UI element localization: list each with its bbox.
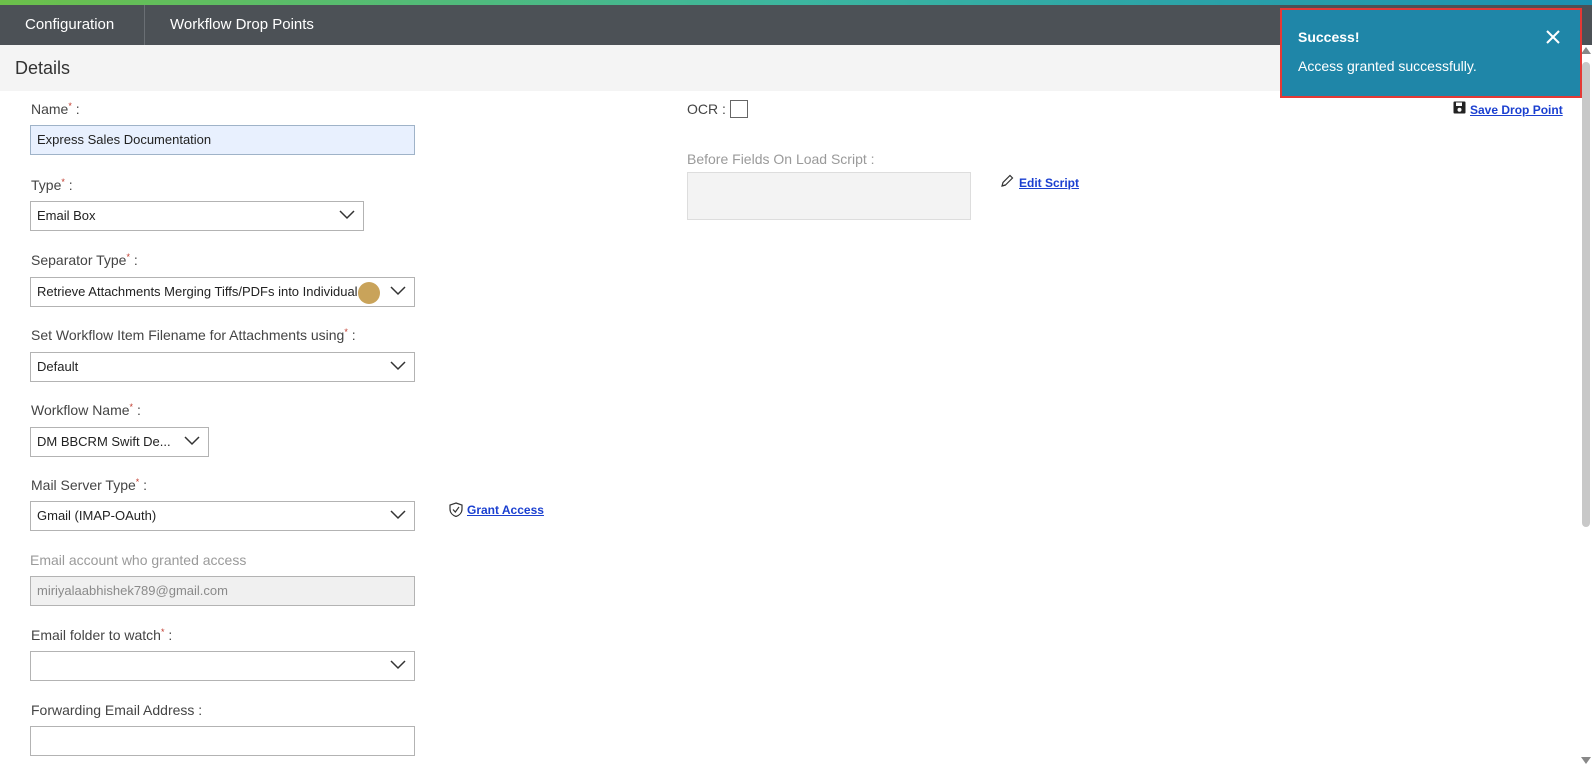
email-account-field: miriyalaabhishek789@gmail.com bbox=[30, 576, 415, 606]
mail-server-type-value: Gmail (IMAP-OAuth) bbox=[37, 508, 157, 523]
type-select[interactable]: Email Box bbox=[30, 201, 364, 231]
chevron-down-icon bbox=[390, 660, 406, 670]
separator-type-value: Retrieve Attachments Merging Tiffs/PDFs … bbox=[37, 284, 358, 299]
shield-check-icon bbox=[449, 502, 463, 517]
workflow-name-label: Workflow Name* : bbox=[31, 402, 141, 418]
before-fields-script-label: Before Fields On Load Script : bbox=[687, 151, 875, 167]
separator-type-select[interactable]: Retrieve Attachments Merging Tiffs/PDFs … bbox=[30, 277, 415, 307]
email-folder-select[interactable] bbox=[30, 651, 415, 681]
page-title: Details bbox=[15, 58, 71, 78]
workflow-name-value: DM BBCRM Swift De... bbox=[37, 434, 171, 449]
tab-divider bbox=[144, 5, 145, 45]
forwarding-email-label: Forwarding Email Address : bbox=[31, 702, 203, 718]
tab-workflow-drop-points[interactable]: Workflow Drop Points bbox=[170, 5, 314, 45]
scroll-thumb[interactable] bbox=[1582, 62, 1590, 527]
type-value: Email Box bbox=[37, 208, 96, 223]
scroll-up-arrow[interactable] bbox=[1581, 47, 1591, 54]
toast-highlight-box bbox=[1280, 8, 1582, 98]
filename-select[interactable]: Default bbox=[30, 352, 415, 382]
pencil-icon bbox=[1001, 174, 1014, 187]
chevron-down-icon bbox=[184, 436, 200, 446]
before-fields-script-textarea[interactable] bbox=[687, 172, 971, 220]
chevron-down-icon bbox=[390, 510, 406, 520]
password-manager-icon[interactable] bbox=[358, 282, 380, 304]
chevron-down-icon bbox=[390, 286, 406, 296]
mail-server-type-select[interactable]: Gmail (IMAP-OAuth) bbox=[30, 501, 415, 531]
name-label: Name* : bbox=[31, 101, 80, 117]
tab-configuration[interactable]: Configuration bbox=[25, 5, 114, 45]
scroll-down-arrow[interactable] bbox=[1581, 757, 1591, 764]
email-account-label: Email account who granted access bbox=[30, 552, 247, 568]
save-drop-point-link[interactable]: Save Drop Point bbox=[1470, 103, 1563, 117]
workflow-name-select[interactable]: DM BBCRM Swift De... bbox=[30, 427, 209, 457]
email-folder-label: Email folder to watch* : bbox=[31, 627, 173, 643]
filename-label: Set Workflow Item Filename for Attachmen… bbox=[31, 327, 356, 343]
edit-script-link[interactable]: Edit Script bbox=[1019, 176, 1079, 190]
chevron-down-icon bbox=[390, 361, 406, 371]
separator-type-label: Separator Type* : bbox=[31, 252, 138, 268]
grant-access-link[interactable]: Grant Access bbox=[467, 503, 544, 517]
type-label: Type* : bbox=[31, 177, 73, 193]
save-icon bbox=[1453, 101, 1466, 114]
ocr-checkbox[interactable] bbox=[730, 100, 748, 118]
filename-value: Default bbox=[37, 359, 79, 374]
forwarding-email-input[interactable] bbox=[30, 726, 415, 756]
name-input[interactable]: Express Sales Documentation bbox=[30, 125, 415, 155]
chevron-down-icon bbox=[339, 210, 355, 220]
ocr-label: OCR : bbox=[687, 101, 726, 117]
mail-server-type-label: Mail Server Type* : bbox=[31, 477, 148, 493]
